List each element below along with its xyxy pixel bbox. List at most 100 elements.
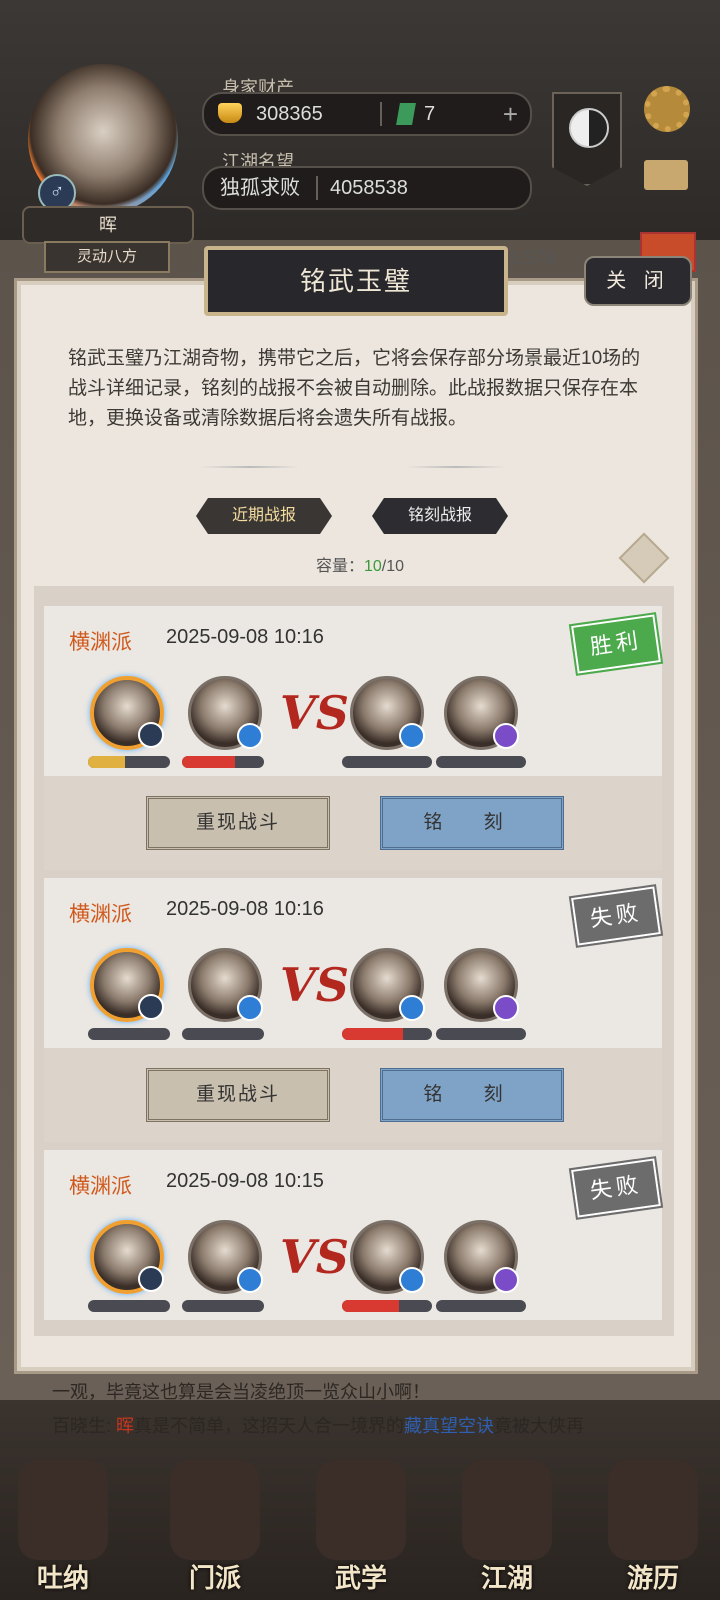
hp-bar xyxy=(182,1300,264,1312)
replay-battle-button[interactable]: 重现战斗 xyxy=(146,796,330,850)
ally-hero-portrait xyxy=(90,1220,164,1294)
chat-speaker: 百晓生: xyxy=(52,1416,112,1436)
battle-report-card: 横渊派 2025-09-08 10:15 失败 VS xyxy=(44,1150,664,1320)
element-badge-icon xyxy=(138,994,164,1020)
card-actions xyxy=(44,1048,662,1142)
hp-bar xyxy=(342,1300,432,1312)
close-button[interactable]: 关 闭 xyxy=(584,256,692,306)
scroll-book-icon xyxy=(316,1460,406,1560)
vs-icon: VS xyxy=(280,686,349,740)
enemy-hero-portrait xyxy=(350,1220,425,1294)
nav-sect[interactable]: 门派 xyxy=(160,1440,270,1600)
battle-time: 2025-09-08 10:16 xyxy=(166,626,324,648)
add-currency-button[interactable]: + xyxy=(503,94,518,134)
ally-hero-portrait xyxy=(188,676,263,750)
vs-icon: VS xyxy=(280,958,349,1012)
jade-amount: 7 xyxy=(424,103,436,125)
divider xyxy=(380,102,382,126)
element-badge-icon xyxy=(237,723,263,749)
player-title: 灵动八方 xyxy=(44,241,170,273)
hp-bar xyxy=(436,756,526,768)
gold-amount: 308365 xyxy=(256,103,323,125)
hp-bar xyxy=(88,756,170,768)
chat-line: 百晓生: 晖真是不简单，这招天人合一境界的藏真望空诀竟被大侠再 xyxy=(52,1412,584,1438)
battle-report-card: 横渊派 2025-09-08 10:16 胜利 VS 重现战斗铭 刻 xyxy=(44,606,664,870)
hp-bar xyxy=(182,756,264,768)
hp-fill xyxy=(342,1300,399,1312)
hp-bar xyxy=(88,1028,170,1040)
capacity-indicator: 容量：10/10 xyxy=(290,552,430,576)
tab-engraved-reports[interactable]: 铭刻战报 xyxy=(372,498,508,534)
sect-name: 横渊派 xyxy=(69,631,132,654)
enemy-hero-portrait xyxy=(444,676,519,750)
chat-text: 竟被大侠再 xyxy=(494,1416,585,1436)
nav-jianghu[interactable]: 江湖 xyxy=(452,1440,562,1600)
reputation-value: 4058538 xyxy=(330,177,408,199)
chat-text: 真是不简单，这招天人合一境界的 xyxy=(134,1416,405,1436)
mail-icon[interactable] xyxy=(644,160,688,190)
hp-fill xyxy=(342,1028,404,1040)
element-badge-icon xyxy=(399,995,425,1021)
element-badge-icon xyxy=(237,1267,263,1293)
element-badge-icon xyxy=(493,1267,519,1293)
horse-icon xyxy=(608,1460,698,1560)
gourd-icon xyxy=(18,1460,108,1560)
card-actions xyxy=(44,776,662,870)
element-badge-icon xyxy=(399,723,425,749)
hp-bar xyxy=(342,1028,432,1040)
chat-player-name: 晖 xyxy=(116,1416,135,1436)
hp-bar xyxy=(88,1300,170,1312)
player-name: 晖 xyxy=(22,206,194,244)
tab-recent-reports[interactable]: 近期战报 xyxy=(196,498,332,534)
replay-battle-button[interactable]: 重现战斗 xyxy=(146,1068,330,1122)
enemy-hero-portrait xyxy=(444,1220,519,1294)
chat-line: 一观，毕竟这也算是会当凌绝顶一览众山小啊！ xyxy=(52,1382,430,1402)
sect-icon xyxy=(170,1460,260,1560)
background-power: 23,578 xyxy=(500,248,556,268)
nav-martial-arts[interactable]: 武学 xyxy=(306,1440,416,1600)
vs-icon: VS xyxy=(280,1230,349,1284)
bamboo-hat-icon xyxy=(462,1460,552,1560)
nav-tuna[interactable]: 吐纳 xyxy=(8,1440,118,1600)
settings-gear-icon[interactable] xyxy=(644,86,690,132)
wealth-bar: 308365 7 + xyxy=(202,92,532,136)
nav-travel[interactable]: 游历 xyxy=(598,1440,708,1600)
ornament-divider xyxy=(406,466,506,468)
battle-time: 2025-09-08 10:16 xyxy=(166,898,324,920)
reputation-rank: 独孤求败 xyxy=(220,177,300,199)
element-badge-icon xyxy=(237,995,263,1021)
hp-bar xyxy=(342,756,432,768)
divider xyxy=(316,176,318,200)
nav-label: 吐纳 xyxy=(36,1563,89,1593)
engrave-button[interactable]: 铭 刻 xyxy=(380,1068,564,1122)
element-badge-icon xyxy=(138,1266,164,1292)
enemy-hero-portrait xyxy=(350,676,425,750)
jade-icon xyxy=(396,103,416,125)
ally-hero-portrait xyxy=(90,676,164,750)
ally-hero-portrait xyxy=(188,1220,263,1294)
dialog-title: 铭武玉璧 xyxy=(204,246,508,316)
sect-name: 横渊派 xyxy=(69,903,132,926)
gold-ingot-icon xyxy=(218,103,242,123)
capacity-total: /10 xyxy=(381,558,405,575)
hp-fill xyxy=(182,756,236,768)
capacity-label: 容量： xyxy=(315,558,364,575)
hp-bar xyxy=(436,1028,526,1040)
enemy-hero-portrait xyxy=(350,948,425,1022)
enemy-hero-portrait xyxy=(444,948,519,1022)
taiji-emblem-button[interactable] xyxy=(552,92,622,186)
nav-label: 门派 xyxy=(188,1563,241,1593)
element-badge-icon xyxy=(399,1267,425,1293)
yin-yang-icon xyxy=(569,108,609,148)
nav-label: 游历 xyxy=(626,1563,679,1593)
hp-fill xyxy=(88,756,125,768)
element-badge-icon xyxy=(493,995,519,1021)
sect-name: 横渊派 xyxy=(69,1175,132,1198)
engrave-button[interactable]: 铭 刻 xyxy=(380,796,564,850)
ally-hero-portrait xyxy=(90,948,164,1022)
ornament-divider xyxy=(200,466,300,468)
capacity-used: 10 xyxy=(363,558,382,575)
element-badge-icon xyxy=(493,723,519,749)
nav-label: 武学 xyxy=(334,1563,387,1593)
element-badge-icon xyxy=(138,722,164,748)
